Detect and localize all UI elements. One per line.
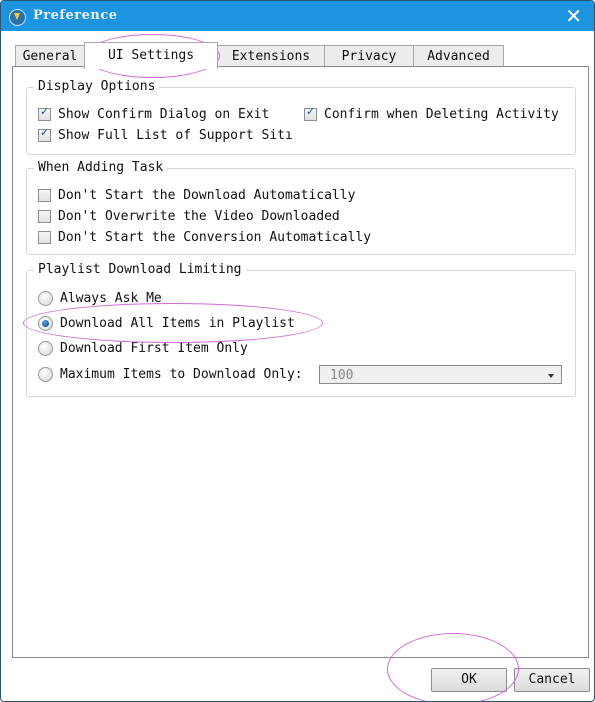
radio-label: Always Ask Me [60, 291, 162, 306]
checkbox-icon[interactable] [38, 231, 51, 244]
checkbox-icon[interactable] [38, 189, 51, 202]
checkbox-icon[interactable] [304, 105, 317, 121]
playlist-limiting-group: Playlist Download Limiting Always Ask Me… [26, 262, 576, 397]
checkbox-label: Don't Start the Download Automatically [58, 188, 356, 203]
checkbox-label: Show Full List of Support Sitı [58, 128, 293, 143]
radio-label: Download All Items in Playlist [60, 316, 295, 331]
checkbox-label: Confirm when Deleting Activity [324, 107, 559, 122]
show-full-list-checkbox[interactable]: Show Full List of Support Sitı [38, 126, 293, 143]
display-options-group: Display Options Show Confirm Dialog on E… [26, 79, 576, 155]
dont-start-conversion-checkbox[interactable]: Don't Start the Conversion Automatically [38, 230, 371, 245]
cancel-button[interactable]: Cancel [514, 668, 590, 692]
download-app-icon [9, 9, 26, 26]
preference-dialog: Preference ✕ General UI Settings Extensi… [0, 0, 595, 702]
radio-icon[interactable] [38, 367, 53, 382]
always-ask-radio[interactable]: Always Ask Me [38, 291, 162, 306]
checkbox-icon[interactable] [38, 126, 51, 142]
ok-button[interactable]: OK [431, 668, 507, 692]
tab-extensions[interactable]: Extensions [217, 45, 325, 66]
tab-privacy[interactable]: Privacy [324, 45, 414, 66]
radio-icon[interactable] [38, 341, 53, 356]
max-items-value: 100 [330, 368, 354, 383]
confirm-deleting-activity-checkbox[interactable]: Confirm when Deleting Activity [304, 105, 559, 122]
dont-overwrite-video-checkbox[interactable]: Don't Overwrite the Video Downloaded [38, 209, 340, 224]
max-items-dropdown[interactable]: 100 [319, 365, 562, 384]
checkbox-icon[interactable] [38, 210, 51, 223]
radio-label: Maximum Items to Download Only: [60, 367, 303, 382]
radio-label: Download First Item Only [60, 341, 248, 356]
checkbox-label: Show Confirm Dialog on Exit [58, 107, 270, 122]
radio-icon[interactable] [38, 291, 53, 306]
tab-general[interactable]: General [15, 45, 85, 66]
checkbox-icon[interactable] [38, 105, 51, 121]
adding-task-group: When Adding Task Don't Start the Downloa… [26, 160, 576, 255]
download-first-item-radio[interactable]: Download First Item Only [38, 341, 248, 356]
radio-icon[interactable] [38, 316, 53, 331]
group-title: Playlist Download Limiting [34, 262, 246, 277]
show-confirm-dialog-checkbox[interactable]: Show Confirm Dialog on Exit [38, 105, 270, 122]
download-all-items-radio[interactable]: Download All Items in Playlist [38, 316, 295, 331]
tab-advanced[interactable]: Advanced [413, 45, 504, 66]
chevron-down-icon[interactable] [548, 374, 554, 378]
dont-start-download-checkbox[interactable]: Don't Start the Download Automatically [38, 188, 355, 203]
group-title: When Adding Task [34, 160, 168, 175]
group-title: Display Options [34, 79, 160, 94]
close-icon[interactable]: ✕ [565, 4, 582, 28]
checkbox-label: Don't Overwrite the Video Downloaded [58, 209, 340, 224]
checkbox-label: Don't Start the Conversion Automatically [58, 230, 372, 245]
tab-ui-settings[interactable]: UI Settings [84, 42, 218, 69]
ui-settings-panel: Display Options Show Confirm Dialog on E… [12, 66, 589, 658]
maximum-items-radio[interactable]: Maximum Items to Download Only: [38, 367, 303, 382]
title-bar: Preference ✕ [1, 1, 594, 31]
window-title: Preference [33, 8, 118, 23]
